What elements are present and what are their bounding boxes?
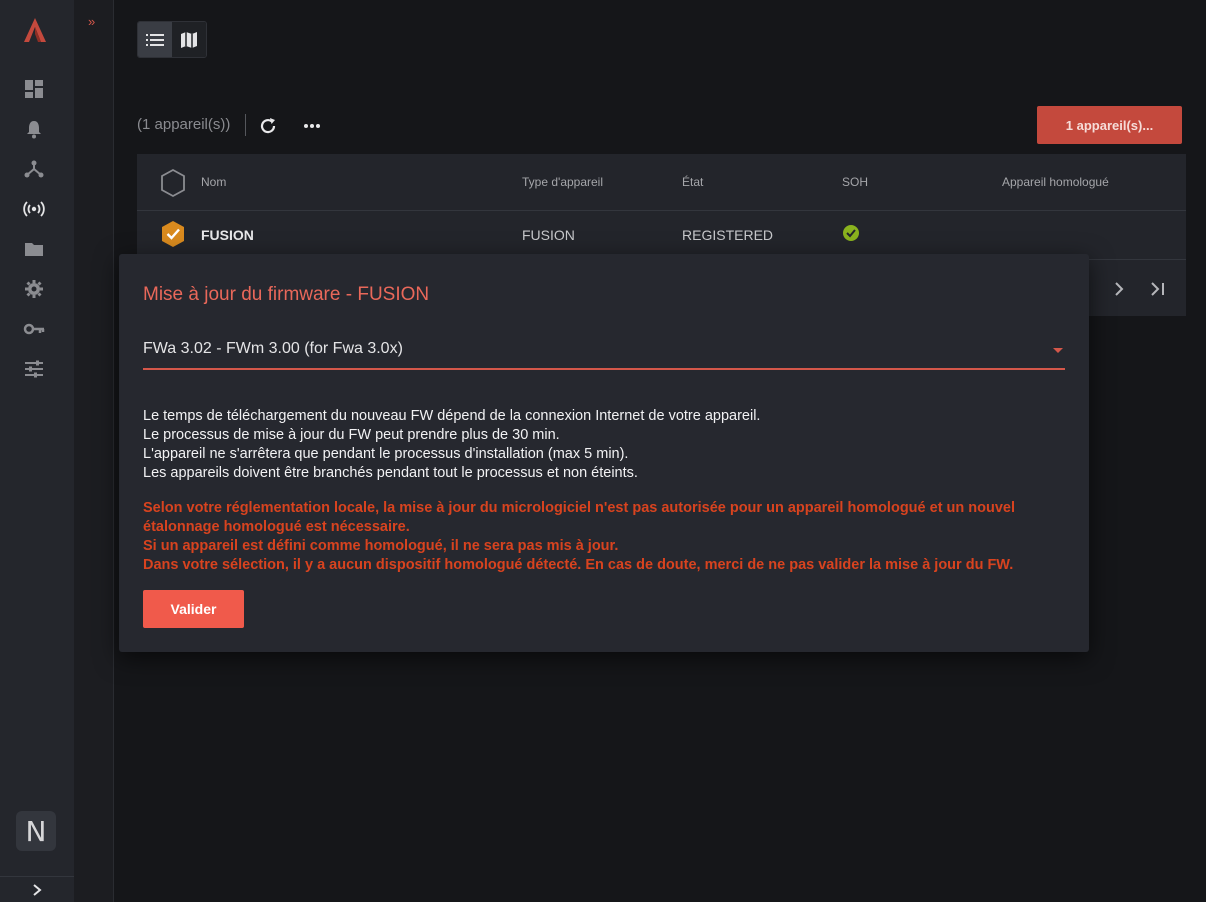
firmware-update-dialog: Mise à jour du firmware - FUSION FWa 3.0… [119,254,1089,652]
info-line: Les appareils doivent être branchés pend… [143,465,638,481]
info-line: L'appareil ne s'arrêtera que pendant le … [143,446,629,462]
map-view-button[interactable] [172,22,206,57]
device-count: (1 appareil(s)) [137,116,231,133]
more-horizontal-icon [304,124,320,128]
cell-type: FUSION [522,227,575,243]
secondary-panel: » [74,0,114,902]
dialog-title: Mise à jour du firmware - FUSION [143,284,430,305]
list-icon [146,33,164,46]
broadcast-icon[interactable] [23,198,45,220]
toolbar-divider [245,114,246,136]
firmware-select[interactable]: FWa 3.02 - FWm 3.00 (for Fwa 3.0x) [143,334,1065,370]
dropdown-caret-icon [1053,348,1063,353]
cell-state: REGISTERED [682,227,774,243]
hexagon-checked-icon [162,221,184,247]
last-page-button[interactable] [1147,279,1167,299]
row-checkbox[interactable] [159,219,187,254]
list-view-button[interactable] [138,22,172,57]
bell-icon[interactable] [23,118,45,140]
warning-line: Si un appareil est défini comme homologu… [143,538,619,554]
table-header: Nom Type d'appareil État SOH Appareil ho… [137,154,1186,211]
hexagon-icon [161,168,185,198]
avatar[interactable]: N [16,811,56,851]
sliders-icon[interactable] [23,358,45,380]
warning-text: Selon votre réglementation locale, la mi… [143,499,1063,575]
info-line: Le temps de téléchargement du nouveau FW… [143,408,761,424]
info-text: Le temps de téléchargement du nouveau FW… [143,407,760,483]
last-page-icon [1151,282,1164,296]
folder-icon[interactable] [23,238,45,260]
app-logo[interactable] [21,16,49,44]
validate-button[interactable]: Valider [143,590,244,628]
dashboard-icon[interactable] [23,78,45,100]
col-soh[interactable]: SOH [842,175,868,189]
select-all-checkbox[interactable] [159,168,187,203]
cell-name: FUSION [201,227,254,243]
sidebar: N [0,0,74,902]
more-options-button[interactable] [302,116,322,136]
col-certified[interactable]: Appareil homologué [1002,175,1109,189]
network-icon[interactable] [23,158,45,180]
sidebar-collapse-button[interactable] [0,876,74,902]
map-icon [181,31,197,48]
chevron-right-icon [33,883,42,896]
warning-line: Dans votre sélection, il y a aucun dispo… [143,557,1014,573]
refresh-icon [260,118,276,134]
selected-devices-button[interactable]: 1 appareil(s)... [1037,106,1182,144]
next-page-button[interactable] [1109,279,1129,299]
col-name[interactable]: Nom [201,175,226,189]
info-line: Le processus de mise à jour du FW peut p… [143,427,560,443]
view-toggle [137,21,207,58]
table-row[interactable]: FUSION FUSION REGISTERED [137,211,1186,260]
avatar-letter: N [25,814,47,848]
chevron-right-icon [1115,282,1124,296]
soh-ok-icon [842,224,860,247]
warning-line: Selon votre réglementation locale, la mi… [143,500,1016,535]
col-type[interactable]: Type d'appareil [522,175,603,189]
col-state[interactable]: État [682,175,703,189]
gear-icon[interactable] [23,278,45,300]
expand-panel-button[interactable]: » [88,14,95,29]
refresh-button[interactable] [258,116,278,136]
firmware-select-value: FWa 3.02 - FWm 3.00 (for Fwa 3.0x) [143,340,403,357]
key-icon[interactable] [23,318,45,340]
